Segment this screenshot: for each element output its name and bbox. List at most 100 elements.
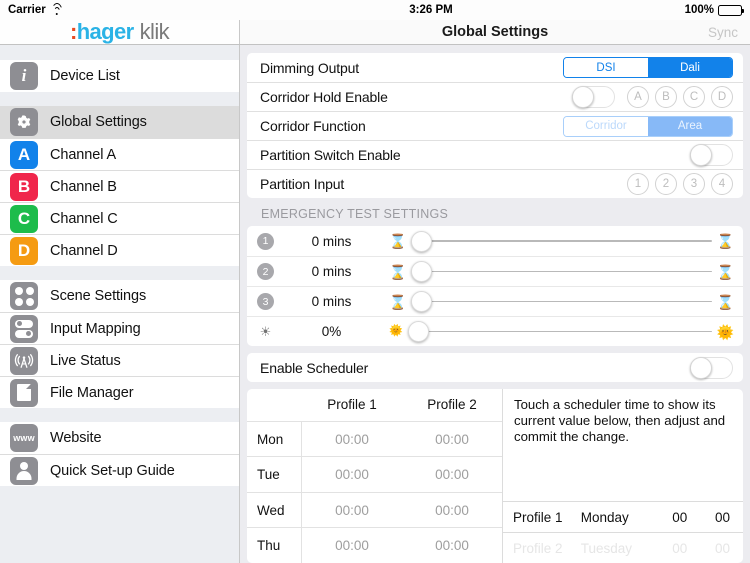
segment-corridor[interactable]: Corridor <box>564 116 648 136</box>
day-label: Thu <box>247 528 302 563</box>
sidebar-group-2: Global Settings A Channel A B Channel B … <box>0 106 239 266</box>
main-content: Dimming Output DSI Dali Corridor Hold En… <box>240 45 750 563</box>
sidebar-item-input-mapping[interactable]: Input Mapping <box>0 312 239 344</box>
sidebar-filler <box>0 486 239 563</box>
emergency-slider-1[interactable] <box>411 230 712 252</box>
scheduler-picker-row[interactable]: Profile 1 Monday 00 00 <box>503 501 743 532</box>
picker-profile[interactable]: Profile 2 <box>513 541 581 556</box>
badge-number-3: 3 <box>257 293 274 310</box>
slider-thumb[interactable] <box>411 230 433 252</box>
partition-switch[interactable] <box>690 144 733 166</box>
time-cell-profile-1[interactable]: 00:00 <box>302 538 402 553</box>
www-icon: www <box>10 424 38 452</box>
time-cell-profile-1[interactable]: 00:00 <box>302 503 402 518</box>
circle-option-c[interactable]: C <box>683 86 705 108</box>
logo-colon: : <box>69 19 77 44</box>
sidebar-item-website[interactable]: www Website <box>0 422 239 454</box>
brightness-slider[interactable] <box>407 321 712 343</box>
scheduler-picker-row-next[interactable]: Profile 2 Tuesday 00 00 <box>503 532 743 563</box>
sidebar-gap-2 <box>0 266 239 280</box>
table-row: Wed 00:00 00:00 <box>247 491 502 528</box>
sidebar-item-file-manager[interactable]: File Manager <box>0 376 239 408</box>
circle-option-1[interactable]: 1 <box>627 173 649 195</box>
sidebar-item-label: Input Mapping <box>50 320 141 337</box>
row-label: Enable Scheduler <box>260 359 369 376</box>
picker-hour[interactable]: 00 <box>657 541 702 556</box>
time-cell-profile-1[interactable]: 00:00 <box>302 467 402 482</box>
emergency-slider-3[interactable] <box>411 291 712 313</box>
sun-small-icon: ☀ <box>259 324 272 339</box>
column-header-day <box>247 389 302 421</box>
picker-profile[interactable]: Profile 1 <box>513 510 581 525</box>
emergency-slider-2[interactable] <box>411 261 712 283</box>
badge-number-2: 2 <box>257 263 274 280</box>
picker-day[interactable]: Tuesday <box>581 541 658 556</box>
carrier-label: Carrier <box>8 4 46 16</box>
sidebar-item-scene-settings[interactable]: Scene Settings <box>0 280 239 312</box>
circle-option-2[interactable]: 2 <box>655 173 677 195</box>
sidebar-item-live-status[interactable]: Live Status <box>0 344 239 376</box>
corridor-hold-channel-circles: A B C D <box>627 86 733 108</box>
status-bar-left: Carrier <box>0 3 240 16</box>
slider-thumb[interactable] <box>411 291 433 312</box>
general-settings-card: Dimming Output DSI Dali Corridor Hold En… <box>247 53 743 198</box>
circle-option-4[interactable]: 4 <box>711 173 733 195</box>
sidebar-item-channel-c[interactable]: C Channel C <box>0 202 239 234</box>
row-label: Partition Switch Enable <box>260 147 401 163</box>
sidebar-item-quick-setup-guide[interactable]: Quick Set-up Guide <box>0 454 239 486</box>
segment-area[interactable]: Area <box>648 116 732 136</box>
slider-thumb[interactable] <box>407 321 429 342</box>
segment-dsi[interactable]: DSI <box>564 58 648 77</box>
enable-scheduler-switch[interactable] <box>690 356 733 379</box>
table-row: Tue 00:00 00:00 <box>247 456 502 492</box>
letter-c-icon: C <box>10 204 38 233</box>
circle-option-b[interactable]: B <box>655 86 677 108</box>
circle-option-a[interactable]: A <box>627 86 649 108</box>
table-row: Mon 00:00 00:00 <box>247 420 502 457</box>
time-cell-profile-1[interactable]: 00:00 <box>302 432 402 447</box>
wifi-icon <box>50 3 63 15</box>
letter-d-icon: D <box>10 236 38 265</box>
circle-option-d[interactable]: D <box>711 86 733 108</box>
sync-button[interactable]: Sync <box>708 25 738 40</box>
corridor-function-segmented-control[interactable]: Corridor Area <box>563 115 733 137</box>
sidebar-item-channel-b[interactable]: B Channel B <box>0 170 239 202</box>
picker-minute[interactable]: 00 <box>702 510 743 525</box>
dimming-output-segmented-control[interactable]: DSI Dali <box>563 57 733 78</box>
emergency-row-3: 3 0 mins ⌛ ⌛ <box>247 286 743 316</box>
picker-hour[interactable]: 00 <box>657 510 702 525</box>
sidebar-item-global-settings[interactable]: Global Settings <box>0 106 239 138</box>
logo-klik: klik <box>139 19 170 44</box>
circle-option-3[interactable]: 3 <box>683 173 705 195</box>
corridor-hold-switch[interactable] <box>572 86 615 108</box>
sidebar-item-channel-a[interactable]: A Channel A <box>0 138 239 170</box>
sidebar-item-label: Live Status <box>50 352 121 369</box>
time-cell-profile-2[interactable]: 00:00 <box>402 538 502 553</box>
segment-dali[interactable]: Dali <box>648 58 732 77</box>
sidebar-item-label: Device List <box>50 68 120 84</box>
scheduler-detail-panel: Touch a scheduler time to show its curre… <box>503 389 743 563</box>
sun-large-icon: 🌞 <box>716 323 734 340</box>
sidebar-item-device-list[interactable]: i Device List <box>0 60 239 92</box>
sidebar-item-channel-d[interactable]: D Channel D <box>0 234 239 266</box>
picker-minute[interactable]: 00 <box>702 541 743 556</box>
battery-percent-label: 100% <box>684 4 714 16</box>
day-label: Wed <box>247 492 302 528</box>
app-logo: : hager klik <box>0 19 240 44</box>
time-cell-profile-2[interactable]: 00:00 <box>402 503 502 518</box>
sidebar-item-label: Channel C <box>50 210 118 227</box>
picker-day[interactable]: Monday <box>581 510 658 525</box>
sidebar: i Device List Global Settings A Channel … <box>0 45 240 563</box>
sidebar-gap-1 <box>0 92 239 106</box>
time-cell-profile-2[interactable]: 00:00 <box>402 432 502 447</box>
column-header-profile-2: Profile 2 <box>427 397 477 413</box>
switch-knob <box>690 356 712 379</box>
sidebar-item-label: Channel A <box>50 146 117 163</box>
slider-track <box>420 240 712 242</box>
toggles-icon <box>10 314 38 343</box>
sidebar-group-4: www Website Quick Set-up Guide <box>0 422 239 486</box>
time-cell-profile-2[interactable]: 00:00 <box>402 467 502 482</box>
slider-thumb[interactable] <box>411 261 433 282</box>
sidebar-gap-top <box>0 45 239 60</box>
detail-panel-filler <box>503 445 743 501</box>
